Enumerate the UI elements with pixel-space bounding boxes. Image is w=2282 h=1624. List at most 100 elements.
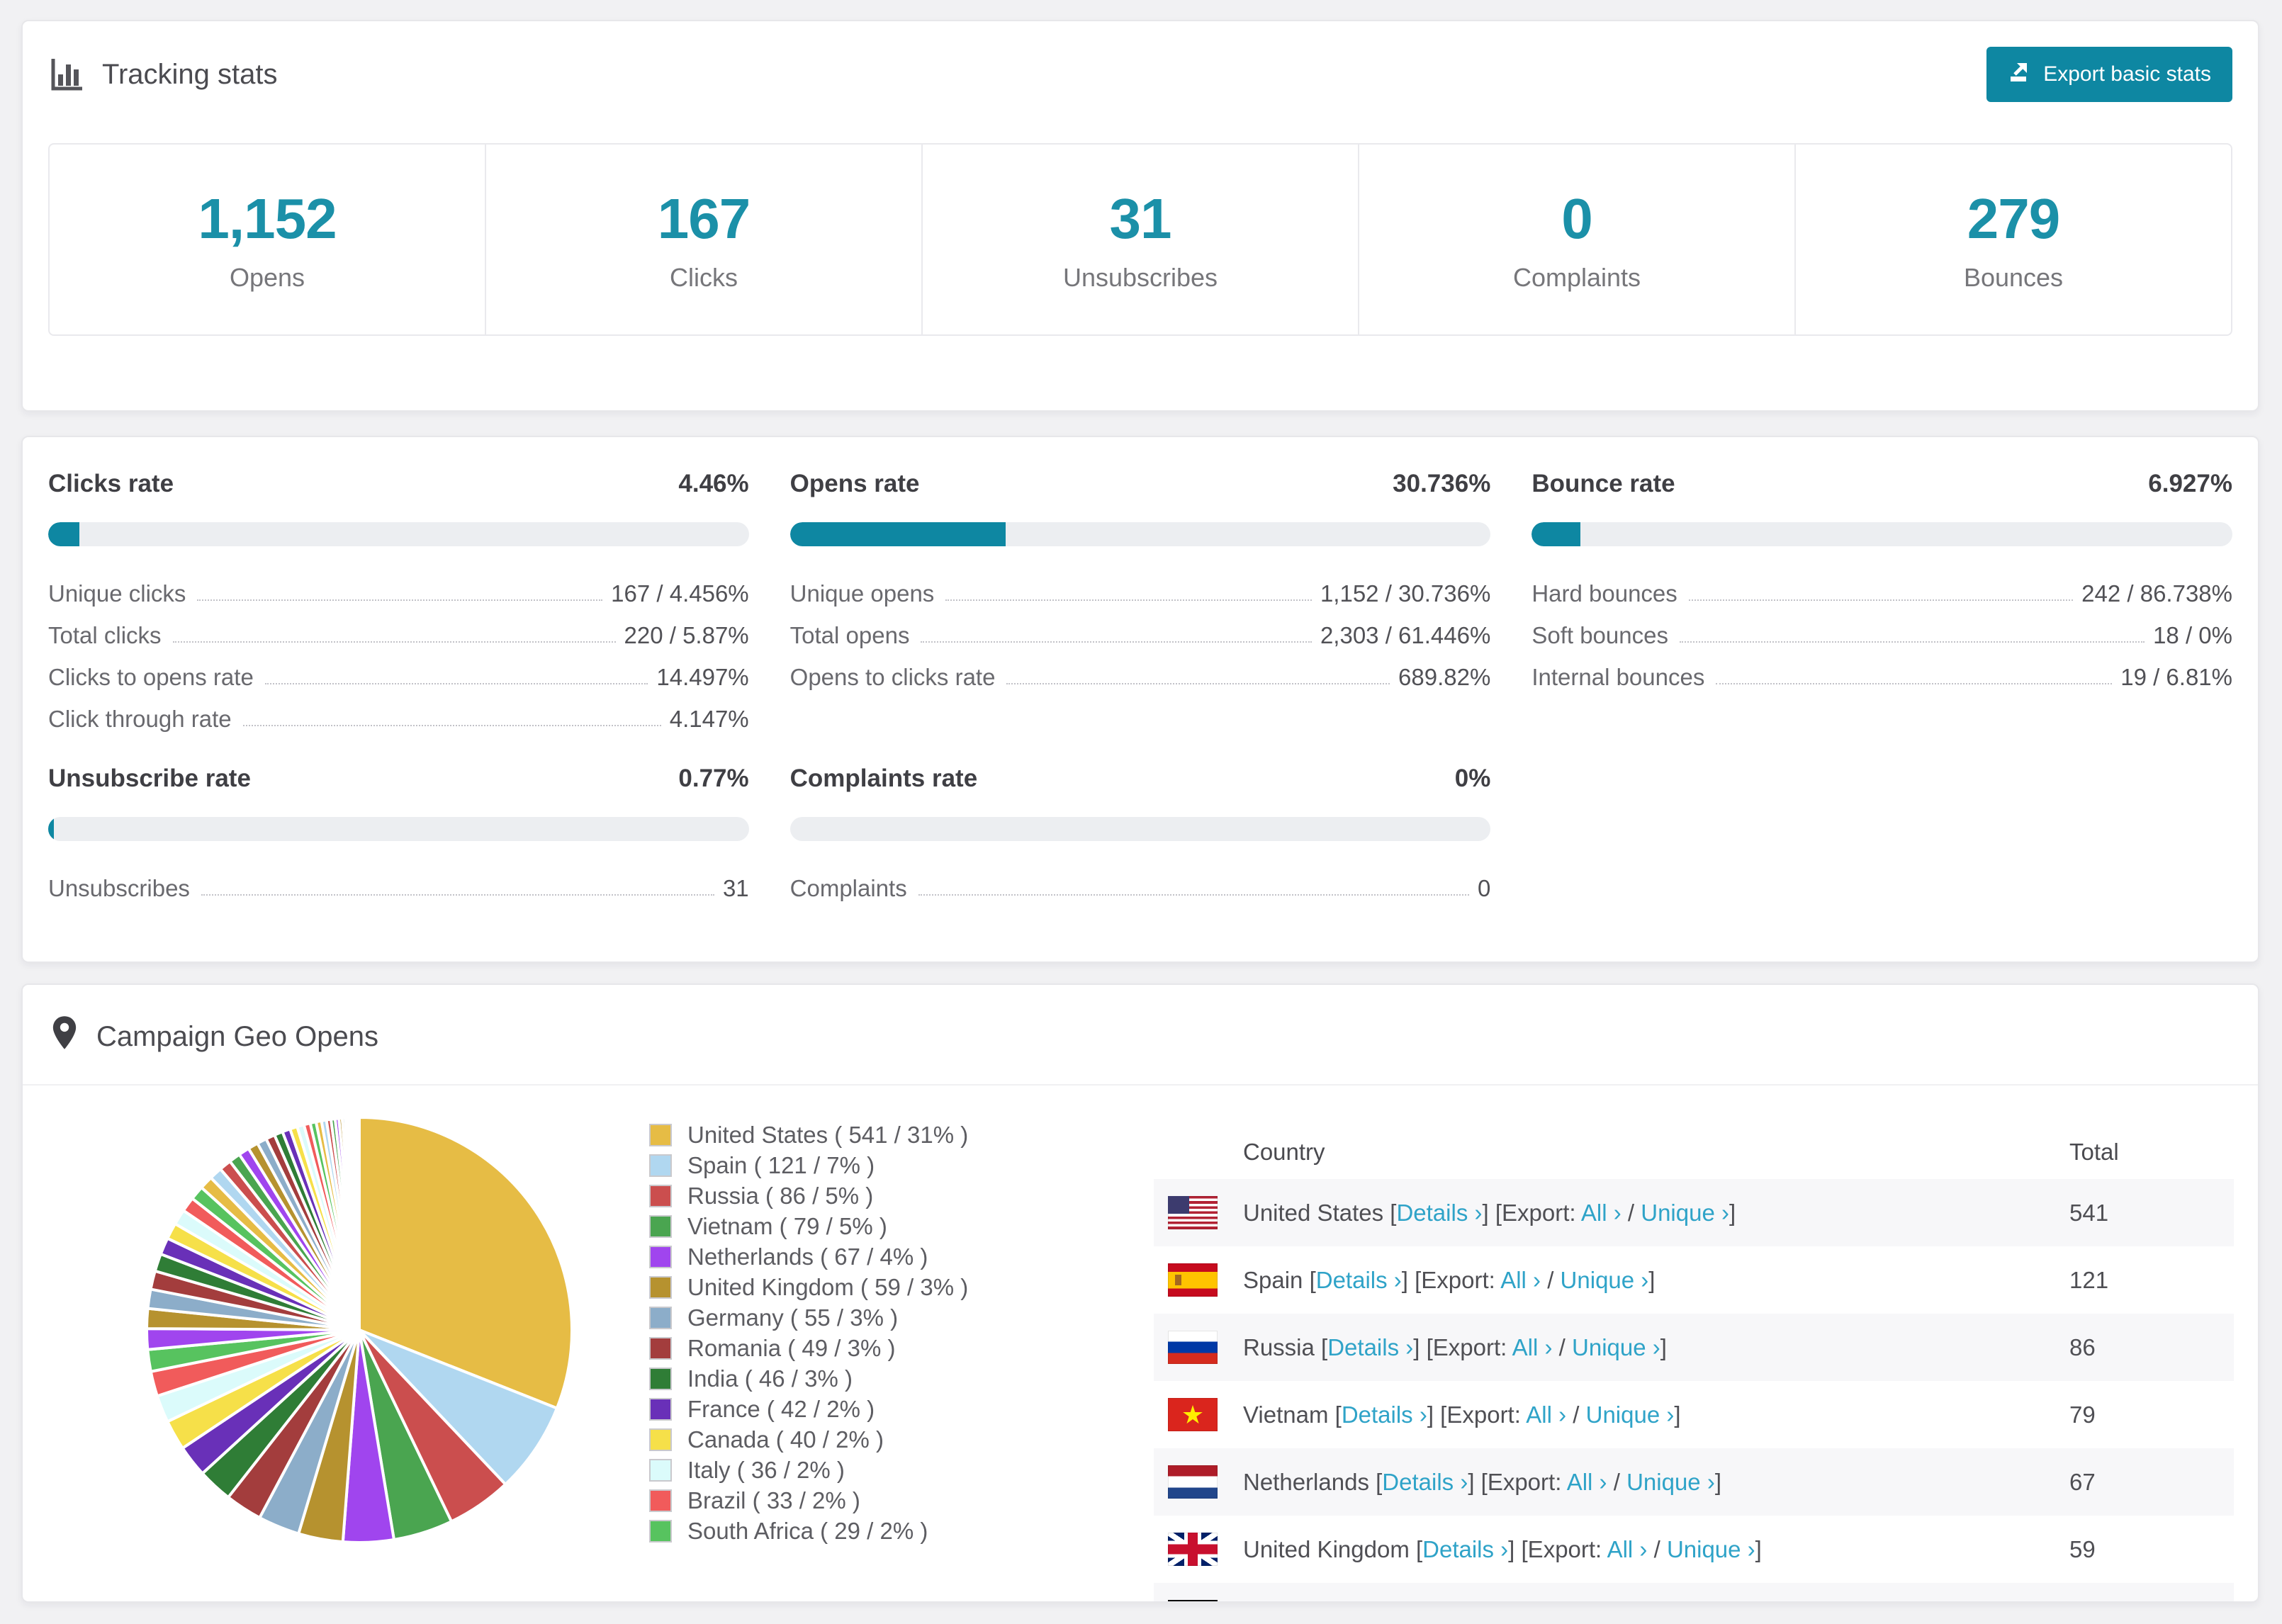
rate-panel-rows: Complaints 0 <box>790 859 1491 901</box>
stat-cell: 279 Bounces <box>1796 145 2231 334</box>
rate-detail-value: 4.147% <box>669 705 749 732</box>
column-header-country: Country <box>1243 1139 1325 1165</box>
country-cell: United States [Details ›] [Export: All ›… <box>1243 1199 1736 1226</box>
map-pin-icon <box>51 1015 78 1059</box>
table-row: Russia [Details ›] [Export: All › / Uniq… <box>1154 1314 2234 1381</box>
total-cell: 67 <box>2069 1468 2096 1495</box>
bar-chart-icon <box>48 56 85 93</box>
legend-swatch <box>649 1214 672 1238</box>
stat-value: 167 <box>657 187 751 250</box>
rate-panel-value: 6.927% <box>2148 470 2232 497</box>
legend-swatch <box>649 1123 672 1146</box>
stat-cell: 1,152 Opens <box>50 145 486 334</box>
rate-detail-label: Soft bounces <box>1531 621 1668 648</box>
export-unique-link[interactable]: Unique › <box>1641 1200 1729 1226</box>
rate-panel-value: 30.736% <box>1393 470 1491 497</box>
rate-progress-bar <box>789 817 1491 841</box>
rate-progress-fill <box>789 522 1006 546</box>
export-all-link[interactable]: All › <box>1500 1267 1541 1293</box>
rate-panel-value: 4.46% <box>678 470 749 497</box>
legend-item: Spain ( 121 / 7% ) <box>649 1150 968 1180</box>
export-unique-link[interactable]: Unique › <box>1572 1334 1660 1360</box>
legend-label: Spain ( 121 / 7% ) <box>687 1151 875 1178</box>
export-unique-link[interactable]: Unique › <box>1626 1469 1715 1495</box>
table-row: Germany [Details ›] [Export: All › / Uni… <box>1154 1583 2234 1601</box>
legend-swatch <box>649 1519 672 1543</box>
rate-panel-title: Clicks rate <box>48 470 174 497</box>
details-link[interactable]: Details › <box>1342 1402 1427 1428</box>
legend-item: Netherlands ( 67 / 4% ) <box>649 1241 968 1272</box>
geo-table: Country Total United States [Details ›] … <box>1154 1125 2234 1601</box>
flag-nl-icon <box>1168 1465 1218 1499</box>
details-link[interactable]: Details › <box>1382 1469 1468 1495</box>
rate-panel-title: Complaints rate <box>789 765 978 792</box>
rate-detail-label: Total opens <box>789 621 910 648</box>
dotted-leader <box>921 641 1312 643</box>
legend-swatch <box>649 1245 672 1268</box>
legend-label: Romania ( 49 / 3% ) <box>687 1334 896 1361</box>
legend-label: United States ( 541 / 31% ) <box>687 1121 969 1148</box>
country-cell: Russia [Details ›] [Export: All › / Uniq… <box>1243 1333 1667 1360</box>
rate-detail-value: 689.82% <box>1398 663 1491 690</box>
dashboard-page: { "theme": { "page_bg": "#f1f1f3", "acce… <box>0 0 2282 1624</box>
export-unique-link[interactable]: Unique › <box>1586 1402 1675 1428</box>
rate-progress-fill <box>48 817 54 841</box>
legend-label: Germany ( 55 / 3% ) <box>687 1304 899 1331</box>
rate-detail-value: 19 / 6.81% <box>2120 663 2232 690</box>
legend-label: United Kingdom ( 59 / 3% ) <box>687 1273 969 1300</box>
rate-detail-label: Hard bounces <box>1531 580 1677 607</box>
rate-detail-row: Hard bounces 242 / 86.738% <box>1531 565 2232 607</box>
rate-detail-label: Internal bounces <box>1531 663 1705 690</box>
export-all-link[interactable]: All › <box>1607 1536 1648 1562</box>
legend-swatch <box>649 1428 672 1451</box>
legend-swatch <box>649 1306 672 1329</box>
export-all-link[interactable]: All › <box>1581 1200 1621 1226</box>
legend-swatch <box>649 1275 672 1299</box>
geo-header: Campaign Geo Opens <box>23 985 2258 1086</box>
legend-swatch <box>649 1367 672 1390</box>
legend-item: South Africa ( 29 / 2% ) <box>649 1516 968 1546</box>
details-link[interactable]: Details › <box>1422 1536 1508 1562</box>
dotted-leader <box>945 599 1312 601</box>
legend-item: Canada ( 40 / 2% ) <box>649 1424 968 1455</box>
rate-progress-bar <box>48 522 749 546</box>
stat-value: 1,152 <box>198 187 337 250</box>
details-link[interactable]: Details › <box>1327 1334 1413 1360</box>
rate-detail-value: 0 <box>1477 874 1491 901</box>
flag-gb-icon <box>1168 1533 1218 1566</box>
stats-row: 1,152 Opens 167 Clicks 31 Unsubscribes 0… <box>48 143 2232 336</box>
geo-table-body: United States [Details ›] [Export: All ›… <box>1154 1179 2234 1601</box>
export-unique-link[interactable]: Unique › <box>1561 1267 1649 1293</box>
legend-item: Brazil ( 33 / 2% ) <box>649 1485 968 1516</box>
rate-panel-head: Complaints rate 0% <box>790 765 1491 793</box>
legend-item: India ( 46 / 3% ) <box>649 1363 968 1394</box>
legend-swatch <box>649 1336 672 1360</box>
dotted-leader <box>1716 683 2113 684</box>
legend-item: Russia ( 86 / 5% ) <box>649 1180 968 1211</box>
rate-panel-head: Unsubscribe rate 0.77% <box>48 765 749 793</box>
details-link[interactable]: Details › <box>1396 1200 1482 1226</box>
country-cell: United Kingdom [Details ›] [Export: All … <box>1243 1535 1762 1562</box>
rate-panel-value: 0% <box>1454 765 1491 792</box>
rate-panel: Clicks rate 4.46% Unique clicks 167 / 4.… <box>48 470 749 732</box>
export-all-link[interactable]: All › <box>1512 1334 1553 1360</box>
rate-detail-label: Unique clicks <box>48 580 186 607</box>
flag-us-icon <box>1168 1196 1218 1229</box>
stat-value: 31 <box>1109 187 1172 250</box>
dotted-leader <box>201 894 714 896</box>
rate-panel: Bounce rate 6.927% Hard bounces 242 / 86… <box>1531 470 2232 732</box>
export-all-link[interactable]: All › <box>1526 1402 1566 1428</box>
rate-progress-bar <box>1531 522 2232 546</box>
total-cell: 86 <box>2069 1333 2096 1360</box>
flag-ru-icon <box>1168 1331 1218 1364</box>
rate-progress-fill <box>1531 522 1580 546</box>
export-all-link[interactable]: All › <box>1567 1469 1607 1495</box>
details-link[interactable]: Details › <box>1316 1267 1402 1293</box>
export-unique-link[interactable]: Unique › <box>1667 1536 1755 1562</box>
stat-cell: 31 Unsubscribes <box>923 145 1359 334</box>
legend-label: Brazil ( 33 / 2% ) <box>687 1487 860 1513</box>
export-basic-stats-button[interactable]: Export basic stats <box>1986 47 2232 102</box>
rate-detail-label: Unsubscribes <box>48 874 190 901</box>
legend-label: Netherlands ( 67 / 4% ) <box>687 1243 928 1270</box>
rate-detail-label: Total clicks <box>48 621 162 648</box>
